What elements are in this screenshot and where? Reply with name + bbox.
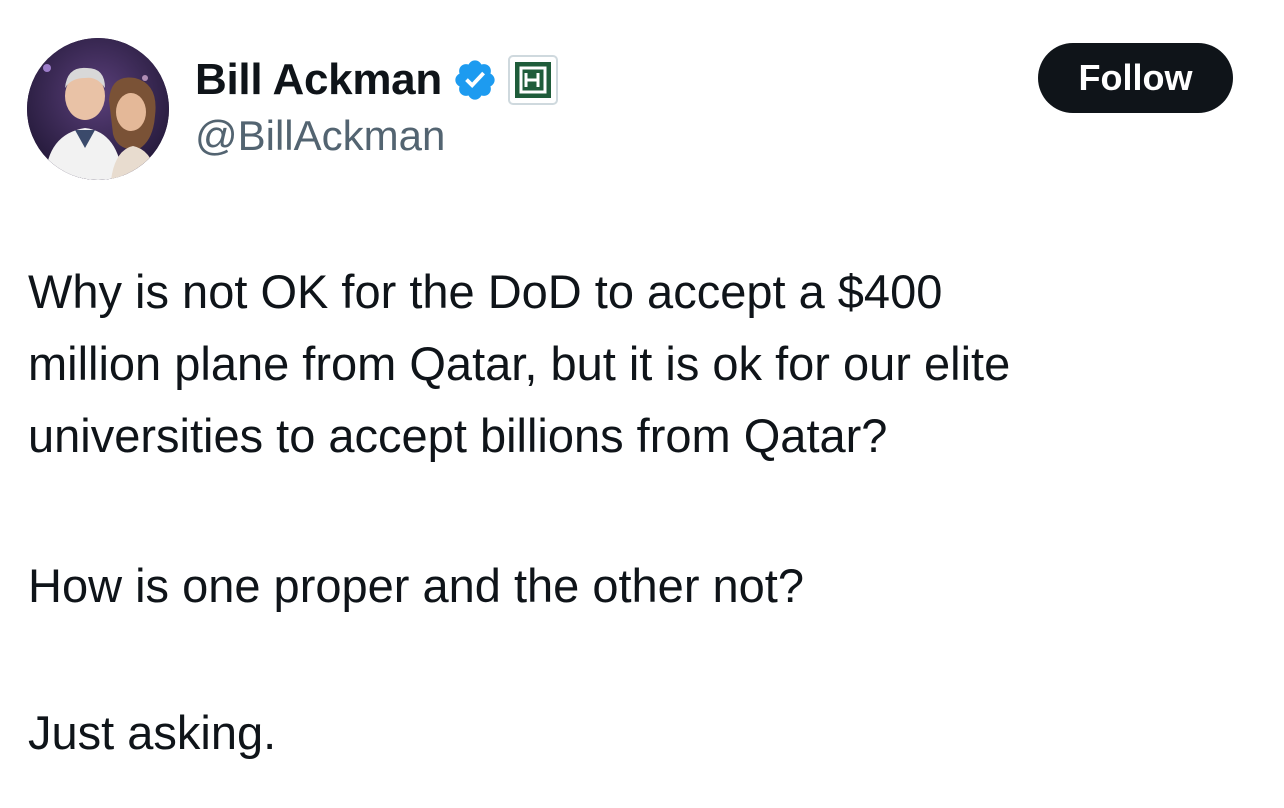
verified-check-icon [452, 57, 498, 103]
tweet-line: universities to accept billions from Qat… [28, 409, 888, 462]
tweet-paragraph-1: Why is not OK for the DoD to accept a $4… [28, 256, 1258, 472]
pershing-square-logo-icon[interactable] [507, 55, 558, 105]
avatar[interactable] [27, 38, 169, 180]
tweet-line: Just asking. [28, 706, 277, 759]
author-display-name[interactable]: Bill Ackman [195, 55, 442, 105]
tweet-line: Why is not OK for the DoD to accept a $4… [28, 265, 943, 318]
avatar-photo-icon [27, 38, 169, 180]
tweet-paragraph-3: Just asking. [28, 697, 1258, 769]
author-name-row: Bill Ackman [195, 50, 558, 110]
tweet-card: Bill Ackman @BillAckman Follow Why is no… [0, 0, 1284, 808]
tweet-paragraph-2: How is one proper and the other not? [28, 550, 1258, 622]
tweet-line: million plane from Qatar, but it is ok f… [28, 337, 1011, 390]
follow-button[interactable]: Follow [1038, 43, 1233, 113]
author-handle[interactable]: @BillAckman [195, 112, 445, 160]
tweet-line: How is one proper and the other not? [28, 559, 805, 612]
